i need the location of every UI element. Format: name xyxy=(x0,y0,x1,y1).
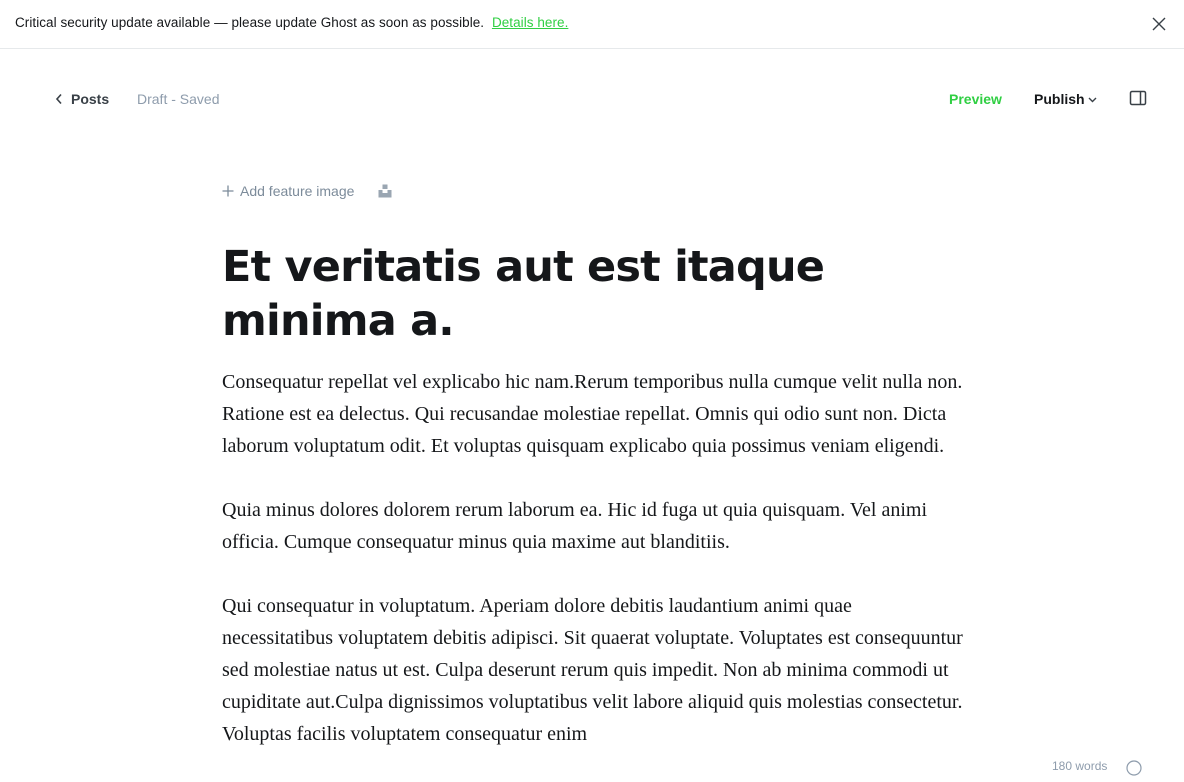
post-title[interactable]: Et veritatis aut est itaque minima a. xyxy=(222,240,962,348)
add-feature-image-button[interactable]: Add feature image xyxy=(222,183,354,199)
plus-icon xyxy=(222,185,234,197)
chevron-down-icon xyxy=(1088,97,1097,103)
banner-message: Critical security update available — ple… xyxy=(15,15,485,30)
sidebar-toggle-icon[interactable] xyxy=(1129,89,1147,107)
banner-message-row: Critical security update available — ple… xyxy=(15,15,568,30)
close-icon[interactable] xyxy=(1151,16,1167,32)
back-label: Posts xyxy=(71,91,110,107)
paragraph: Consequatur repellat vel explicabo hic n… xyxy=(222,371,963,457)
add-feature-image-label: Add feature image xyxy=(240,183,355,199)
publish-label: Publish xyxy=(1034,91,1085,107)
banner-details-link[interactable]: Details here. xyxy=(492,15,568,30)
chevron-left-icon xyxy=(55,93,62,105)
publish-button[interactable]: Publish xyxy=(1034,91,1097,107)
preview-button[interactable]: Preview xyxy=(949,91,1002,107)
paragraph: Quia minus dolores dolorem rerum laborum… xyxy=(222,499,928,553)
paragraph: Qui consequatur in voluptatum. Aperiam d… xyxy=(222,595,963,745)
word-count: 180 words xyxy=(1052,759,1108,773)
post-body-editor[interactable]: Consequatur repellat vel explicabo hic n… xyxy=(222,366,967,782)
post-title-text: Et veritatis aut est itaque minima a. xyxy=(222,242,825,346)
back-to-posts-link[interactable]: Posts xyxy=(55,90,109,108)
help-icon[interactable] xyxy=(1126,760,1142,776)
update-banner: Critical security update available — ple… xyxy=(0,0,1184,49)
post-status: Draft - Saved xyxy=(137,91,220,107)
unsplash-icon[interactable] xyxy=(378,184,392,198)
